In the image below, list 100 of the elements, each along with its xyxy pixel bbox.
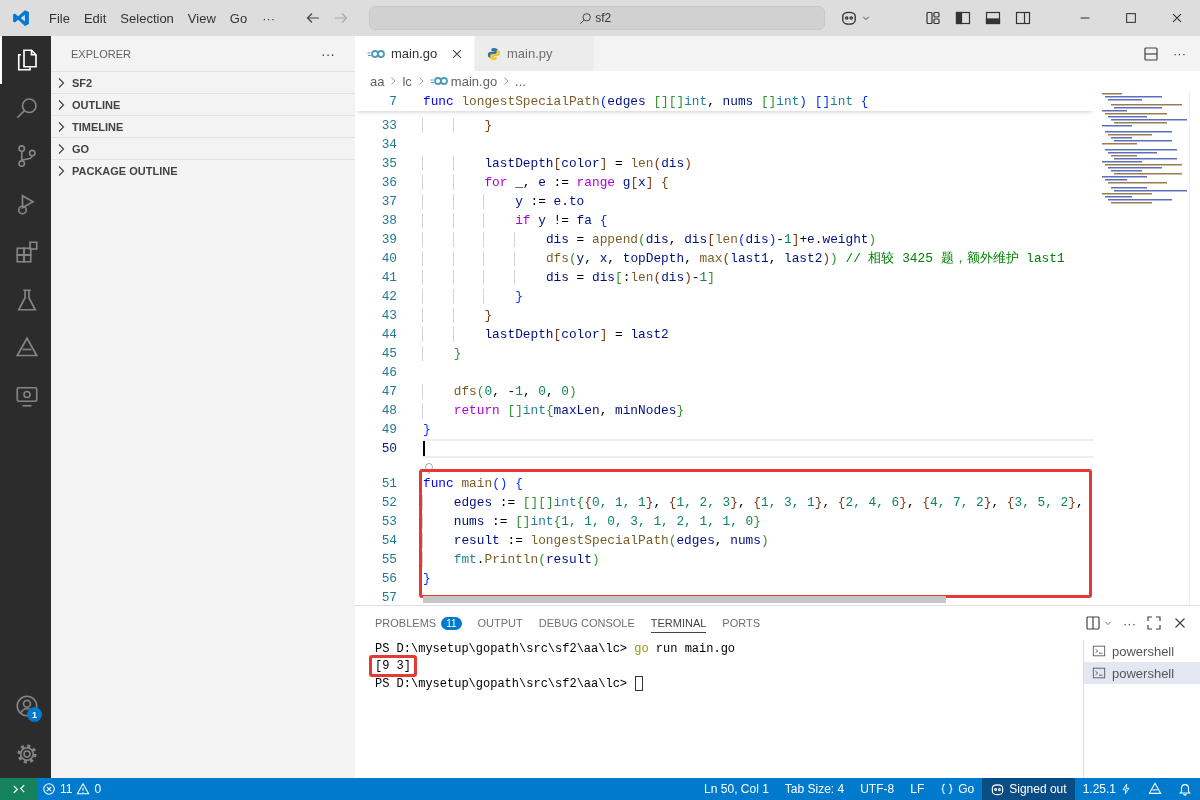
search-icon [579, 12, 593, 25]
warning-icon [76, 782, 91, 796]
line-number: 46 [380, 365, 397, 380]
notification-badge: 1 [27, 707, 42, 722]
sidebar-toggle-icon[interactable] [955, 10, 971, 26]
status-label: Signed out [1009, 782, 1067, 796]
sidebar-section[interactable]: PACKAGE OUTLINE [51, 159, 355, 181]
code-line: } [423, 306, 1094, 325]
code-line: dis = append(dis, dis[len(dis)-1]+e.weight) [423, 230, 1094, 249]
code-line: nums := []int{1, 1, 0, 3, 1, 2, 1, 1, 0} [423, 512, 1094, 531]
back-arrow-icon[interactable] [305, 10, 322, 26]
line-number: 41 [380, 270, 397, 285]
breadcrumb[interactable]: aa [370, 73, 385, 89]
more-actions[interactable]: ··· [1123, 615, 1136, 631]
line-number: 43 [380, 308, 397, 323]
file-type-icon [429, 75, 448, 87]
layout-icon[interactable] [925, 10, 941, 26]
line-number: 57 [380, 590, 397, 605]
more-actions[interactable]: ··· [321, 45, 335, 62]
editor-tab[interactable]: main.py [475, 36, 595, 71]
code-line: fmt.Println(result) [423, 550, 1094, 569]
remote-button[interactable] [0, 778, 37, 800]
status-item[interactable]: UTF-8 [852, 778, 903, 800]
terminal-session[interactable]: powershell [1084, 662, 1200, 684]
app-logo-icon [12, 9, 30, 27]
line-number: 45 [380, 346, 397, 361]
code-line: dis = dis[:len(dis)-1] [423, 268, 1094, 287]
status-item[interactable]: Go [932, 778, 983, 800]
file-type-icon [487, 46, 501, 61]
status-item[interactable]: Tab Size: 4 [776, 778, 853, 800]
line-number: 34 [380, 137, 397, 152]
line-number: 40 [380, 251, 397, 266]
copilot-icon[interactable] [840, 9, 859, 27]
sidebar-section[interactable]: SF2 [51, 71, 355, 93]
caret-icon[interactable] [861, 13, 872, 23]
code-line: lastDepth[color] = len(dis) [423, 154, 1094, 173]
more-actions[interactable]: ··· [1173, 46, 1186, 61]
menu-item[interactable]: Selection [113, 7, 181, 29]
menu-item[interactable]: File [42, 7, 77, 29]
line-number: 48 [380, 403, 397, 418]
search-field[interactable]: sf2 [369, 6, 826, 30]
sidebar-section[interactable]: GO [51, 137, 355, 159]
settings-icon[interactable] [14, 742, 39, 766]
line-number: 51 [380, 476, 397, 491]
flask-icon [14, 288, 39, 312]
breadcrumb[interactable]: ... [515, 73, 526, 89]
code-line: edges := [][]int{{0, 1, 1}, {1, 2, 3}, {1, 3, 1}, {2, 4, 6}, {4, 7, 2}, {3, 5, 2}, [423, 493, 1094, 512]
close-icon[interactable] [1170, 11, 1184, 25]
account-icon[interactable] [14, 694, 39, 718]
code-line: dfs(0, -1, 0, 0) [423, 382, 1094, 401]
remote-icon [11, 782, 26, 796]
terminal-session[interactable]: powershell [1084, 640, 1200, 662]
terminal-line: PS D:\mysetup\gopath\src\sf2\aa\lc> go run main.go [375, 641, 736, 656]
code-line: } [423, 344, 1094, 363]
copilot-icon [990, 781, 1006, 797]
split-terminal-icon[interactable] [1085, 615, 1101, 631]
panel-tab[interactable]: DEBUG CONSOLE [538, 613, 635, 633]
triangle-icon[interactable] [1148, 782, 1162, 796]
split-editor-icon[interactable] [1143, 45, 1159, 62]
code-line: result := longestSpecialPath(edges, nums) [423, 531, 1094, 550]
code-line: func main() { [423, 475, 524, 493]
menu-item[interactable]: View [180, 7, 223, 29]
code-line: } [423, 570, 432, 588]
panel-tab[interactable]: OUTPUT [477, 613, 523, 633]
search-icon [14, 96, 39, 120]
sticky-code-line: func longestSpecialPath(edges [][]int, nums []int) []int { [423, 92, 870, 111]
problems-status[interactable]: 11 0 [37, 778, 107, 800]
panel-tab[interactable]: TERMINAL [650, 613, 707, 633]
status-label: 1.25.1 [1082, 782, 1116, 796]
status-item[interactable]: Ln 50, Col 1 [696, 778, 777, 800]
line-number: 53 [380, 514, 397, 529]
panel-tab[interactable]: PORTS [722, 613, 761, 633]
sidebar-section[interactable]: TIMELINE [51, 115, 355, 137]
status-item[interactable]: 1.25.1 [1074, 778, 1140, 800]
line-number: 33 [380, 118, 397, 133]
panel-tab[interactable]: PROBLEMS 11 [375, 612, 462, 634]
terminal-line: PS D:\mysetup\gopath\src\sf2\aa\lc> [375, 676, 629, 691]
secondary-sidebar-icon[interactable] [1015, 10, 1031, 26]
status-item[interactable]: LF [902, 778, 933, 800]
horizontal-scrollbar[interactable] [423, 596, 946, 603]
status-item[interactable]: Signed out [982, 778, 1075, 800]
code-line: if y != fa { [423, 211, 1094, 230]
code-line: } [423, 421, 432, 439]
line-number: 56 [380, 571, 397, 586]
maximize-panel-icon[interactable] [1146, 615, 1162, 631]
editor-tab[interactable]: main.go [355, 36, 475, 71]
maximize-icon[interactable] [1124, 11, 1138, 25]
terminal-icon [1092, 666, 1106, 680]
line-number: 52 [380, 495, 397, 510]
code-line: dfs(y, x, topDepth, max(last1, last2)) // 相较 3425 题，额外维护 last1 [423, 249, 1094, 268]
more-menu[interactable]: ··· [254, 7, 284, 29]
menu-item[interactable]: Go [222, 7, 255, 29]
sidebar-section[interactable]: OUTLINE [51, 93, 355, 115]
panel-toggle-icon[interactable] [985, 10, 1001, 26]
bell-icon[interactable] [1178, 782, 1192, 796]
breadcrumb[interactable]: main.go [429, 73, 498, 89]
menu-item[interactable]: Edit [76, 7, 114, 29]
braces-icon [940, 782, 955, 796]
breadcrumb[interactable]: lc [402, 73, 412, 89]
error-icon [42, 782, 56, 796]
